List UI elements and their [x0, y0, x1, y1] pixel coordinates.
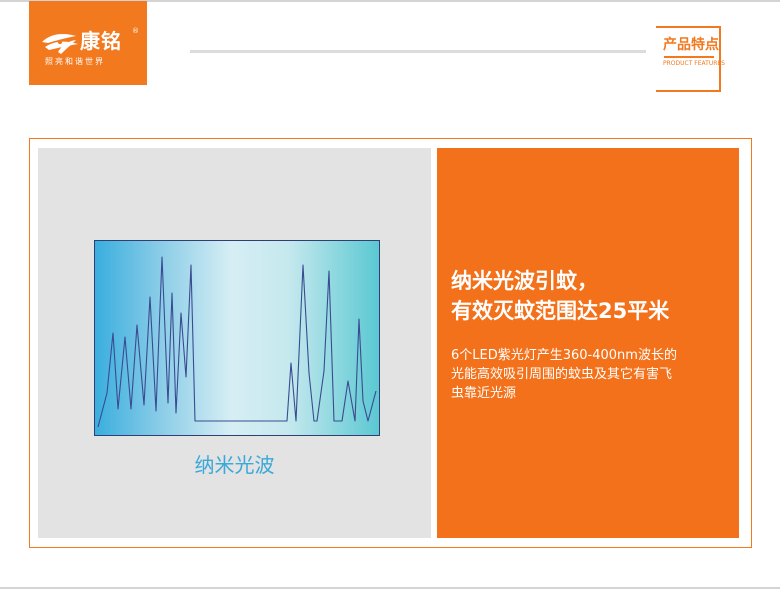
nano-wave-illustration — [94, 240, 380, 436]
section-badge: 产品特点 PRODUCT FEATURES — [656, 26, 725, 92]
brand-logo: 康铭 ® 照亮和谐世界 — [29, 1, 147, 85]
feature-description-line-1: 6个LED紫光灯产生360-400nm波长的 — [451, 348, 677, 363]
feature-headline-line-1: 纳米光波引蚊， — [451, 269, 598, 293]
feature-description-line-3: 虫靠近光源 — [451, 386, 517, 401]
feature-card: 纳米光波 纳米光波引蚊， 有效灭蚊范围达25平米 6个LED紫光灯产生360-4… — [29, 138, 752, 548]
registered-mark: ® — [132, 27, 139, 35]
nano-wave-graphic — [97, 256, 377, 428]
illustration-caption: 纳米光波 — [194, 453, 275, 477]
leaf-burst-logo-icon — [42, 34, 78, 54]
wave-line — [97, 256, 377, 428]
illustration-panel: 纳米光波 — [38, 148, 431, 538]
brand-name: 康铭 — [80, 29, 122, 53]
feature-text-panel: 纳米光波引蚊， 有效灭蚊范围达25平米 6个LED紫光灯产生360-400nm波… — [437, 148, 739, 538]
brand-slogan: 照亮和谐世界 — [45, 57, 105, 66]
feature-headline: 纳米光波引蚊， 有效灭蚊范围达25平米 — [451, 266, 669, 326]
header-divider — [190, 50, 646, 53]
section-title: 产品特点 — [663, 37, 719, 53]
section-subtitle: PRODUCT FEATURES — [663, 60, 725, 67]
section-title-bar — [664, 56, 714, 58]
feature-description-line-2: 光能高效吸引周围的蚊虫及其它有害飞 — [451, 367, 673, 382]
feature-description: 6个LED紫光灯产生360-400nm波长的 光能高效吸引周围的蚊虫及其它有害飞… — [451, 346, 733, 403]
feature-headline-line-2: 有效灭蚊范围达25平米 — [451, 299, 670, 323]
